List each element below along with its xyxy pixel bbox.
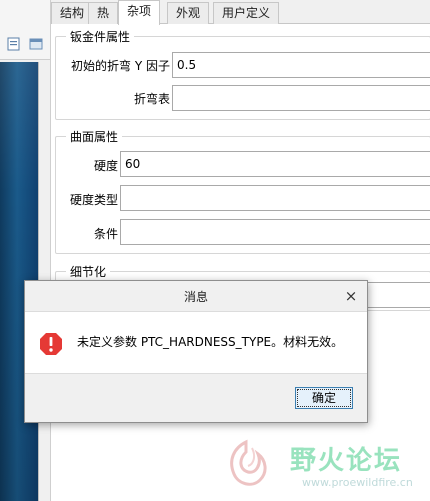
tab-structure[interactable]: 结构 [51,2,94,24]
dialog-message: 未定义参数 PTC_HARDNESS_TYPE。材料无效。 [77,335,344,349]
left-app-area [0,0,50,501]
bend-table-field[interactable] [172,85,430,111]
dialog-body: 未定义参数 PTC_HARDNESS_TYPE。材料无效。 [25,311,367,374]
close-icon[interactable]: × [341,286,361,306]
tab-appearance[interactable]: 外观 [167,2,210,24]
tab-thermal[interactable]: 热 [88,2,119,24]
hardness-label: 硬度 [93,159,118,173]
document-icon[interactable] [6,36,22,52]
surface-group: 曲面属性 硬度 60 硬度类型 条件 [55,128,430,254]
condition-field[interactable] [120,219,430,245]
surface-group-title: 曲面属性 [66,128,123,145]
watermark: 野火论坛 www.proewildfire.cn [210,432,428,498]
hardness-type-field[interactable] [120,185,430,211]
condition-label: 条件 [93,227,118,241]
y-factor-label: 初始的折弯 Y 因子 [71,59,170,73]
sheetmetal-group: 钣金件属性 初始的折弯 Y 因子 0.5 折弯表 [55,28,430,120]
left-toolbar [0,0,50,60]
hardness-field[interactable]: 60 [120,151,430,177]
hardness-type-label: 硬度类型 [69,193,118,207]
y-factor-field[interactable]: 0.5 [172,52,430,78]
properties-panel: 结构 热 杂项 外观 用户定义 钣金件属性 初始的折弯 Y 因子 0.5 折弯表… [50,0,430,501]
dialog-title: 消息 [183,290,208,304]
dialog-titlebar[interactable]: 消息 × [25,281,367,311]
tab-user-defined[interactable]: 用户定义 [213,2,280,24]
message-dialog: 消息 × 未定义参数 PTC_HARDNESS_TYPE。材料无效。 确定 [24,280,368,423]
sheetmetal-group-title: 钣金件属性 [66,28,135,45]
detail-group-title: 细节化 [66,263,111,280]
ok-button[interactable]: 确定 [295,387,353,409]
watermark-text: 野火论坛 [290,446,403,476]
bend-table-label: 折弯表 [133,92,170,106]
toolbar-icon[interactable] [28,36,44,52]
watermark-url: www.proewildfire.cn [302,476,413,489]
error-icon [40,333,62,355]
tab-misc[interactable]: 杂项 [118,0,161,25]
watermark-logo-icon [230,439,267,486]
tab-bar: 结构 热 杂项 外观 用户定义 [51,0,430,25]
